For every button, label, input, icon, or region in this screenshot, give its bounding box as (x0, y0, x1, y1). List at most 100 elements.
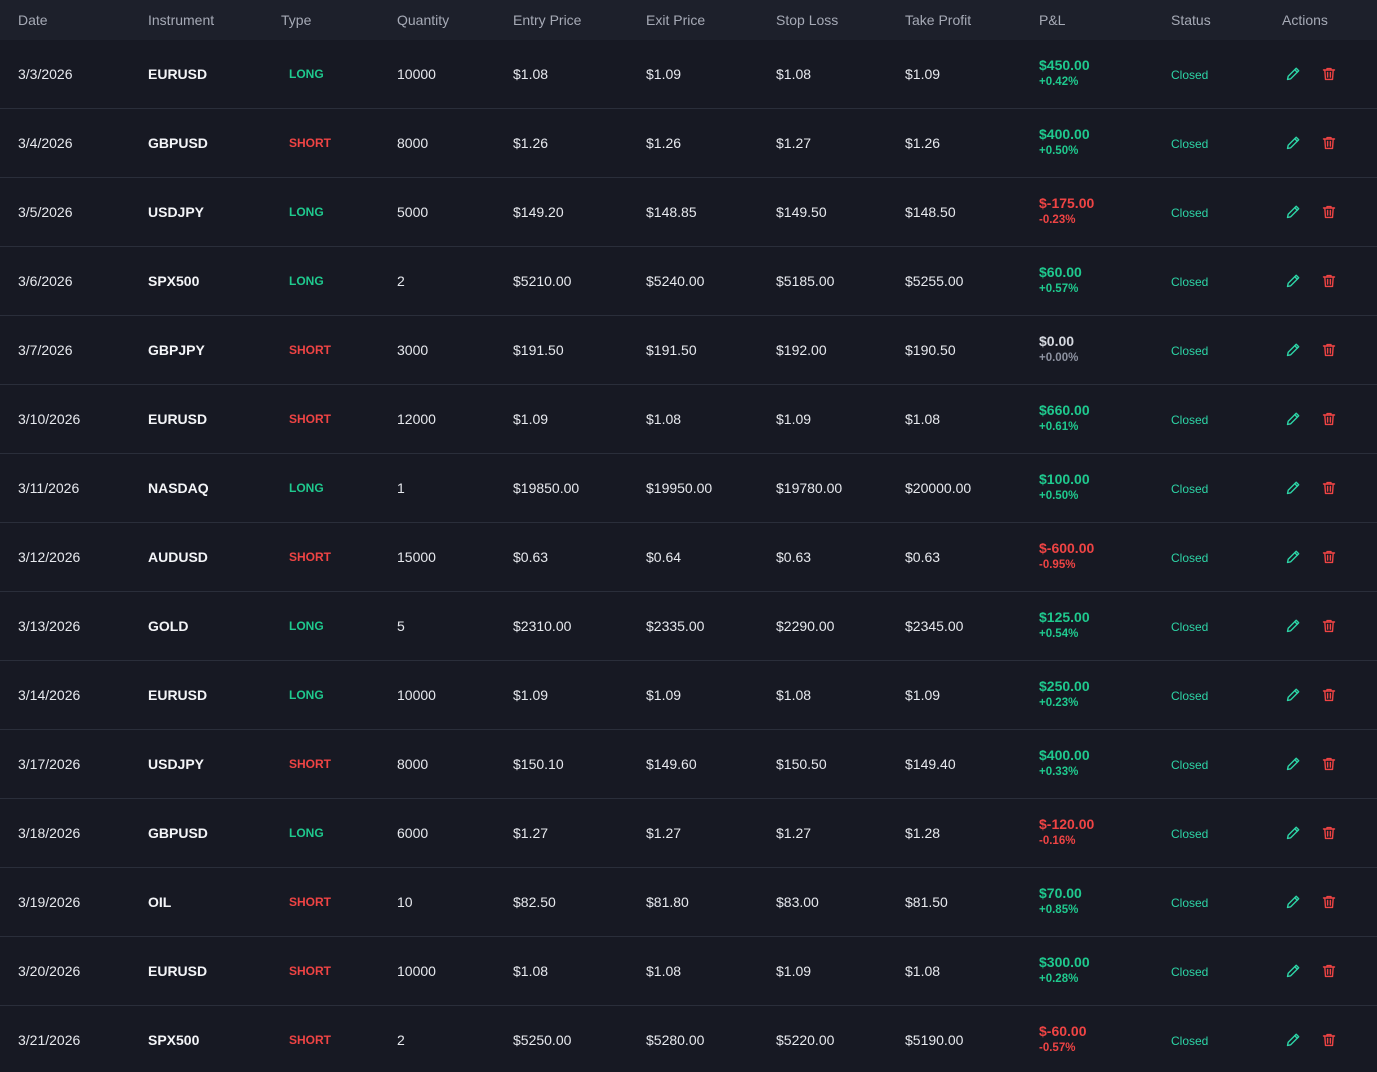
column-header-date[interactable]: Date (0, 12, 130, 28)
trash-icon[interactable] (1320, 272, 1338, 290)
cell-entry-price: $191.50 (513, 342, 564, 358)
pnl-amount: $300.00 (1039, 954, 1090, 970)
cell-entry-price: $1.09 (513, 687, 549, 703)
cell-quantity: 10000 (397, 66, 436, 82)
pencil-icon[interactable] (1284, 617, 1302, 635)
cell-type-badge: SHORT (289, 964, 331, 978)
column-header-status[interactable]: Status (1145, 12, 1260, 28)
cell-pnl: $100.00 +0.50% (1021, 471, 1145, 505)
cell-exit-price: $19950.00 (646, 480, 713, 496)
cell-instrument: GBPUSD (148, 135, 208, 151)
pencil-icon[interactable] (1284, 65, 1302, 83)
cell-take-profit: $190.50 (905, 342, 956, 358)
table-row[interactable]: 3/10/2026 EURUSD SHORT 12000 $1.09 $1.08 $1.09… (0, 385, 1377, 454)
status-badge: Closed (1171, 206, 1209, 220)
cell-type-badge: SHORT (289, 1033, 331, 1047)
pencil-icon[interactable] (1284, 341, 1302, 359)
status-badge: Closed (1171, 896, 1209, 910)
cell-take-profit: $1.09 (905, 66, 941, 82)
column-header-exit-price[interactable]: Exit Price (628, 12, 758, 28)
cell-status: Closed (1145, 687, 1260, 703)
table-row[interactable]: 3/7/2026 GBPJPY SHORT 3000 $191.50 $191.50 $19… (0, 316, 1377, 385)
status-badge: Closed (1171, 965, 1209, 979)
cell-take-profit: $20000.00 (905, 480, 972, 496)
cell-actions (1260, 755, 1377, 773)
trash-icon[interactable] (1320, 617, 1338, 635)
cell-actions (1260, 617, 1377, 635)
cell-quantity: 1 (397, 480, 405, 496)
cell-actions (1260, 341, 1377, 359)
cell-stop-loss: $5185.00 (776, 273, 835, 289)
table-row[interactable]: 3/6/2026 SPX500 LONG 2 $5210.00 $5240.00 $5185… (0, 247, 1377, 316)
trash-icon[interactable] (1320, 824, 1338, 842)
trash-icon[interactable] (1320, 548, 1338, 566)
cell-entry-price: $2310.00 (513, 618, 572, 634)
cell-quantity: 10 (397, 894, 413, 910)
table-row[interactable]: 3/12/2026 AUDUSD SHORT 15000 $0.63 $0.64 $0.63… (0, 523, 1377, 592)
cell-instrument: GBPUSD (148, 825, 208, 841)
status-badge: Closed (1171, 827, 1209, 841)
column-header-quantity[interactable]: Quantity (379, 12, 495, 28)
pencil-icon[interactable] (1284, 203, 1302, 221)
pnl-percent: +0.85% (1039, 904, 1079, 916)
cell-stop-loss: $83.00 (776, 894, 819, 910)
column-header-take-profit[interactable]: Take Profit (887, 12, 1021, 28)
pencil-icon[interactable] (1284, 686, 1302, 704)
table-row[interactable]: 3/17/2026 USDJPY SHORT 8000 $150.10 $149.60 $1… (0, 730, 1377, 799)
column-header-pnl[interactable]: P&L (1021, 12, 1145, 28)
trash-icon[interactable] (1320, 65, 1338, 83)
trash-icon[interactable] (1320, 410, 1338, 428)
pencil-icon[interactable] (1284, 893, 1302, 911)
table-row[interactable]: 3/3/2026 EURUSD LONG 10000 $1.08 $1.09 $1.08 $1… (0, 40, 1377, 109)
table-row[interactable]: 3/13/2026 GOLD LONG 5 $2310.00 $2335.00 $2290.… (0, 592, 1377, 661)
pencil-icon[interactable] (1284, 824, 1302, 842)
table-row[interactable]: 3/5/2026 USDJPY LONG 5000 $149.20 $148.85 $149… (0, 178, 1377, 247)
pencil-icon[interactable] (1284, 1031, 1302, 1049)
table-row[interactable]: 3/19/2026 OIL SHORT 10 $82.50 $81.80 $83.00 $81… (0, 868, 1377, 937)
pnl-amount: $-120.00 (1039, 816, 1095, 832)
pnl-amount: $70.00 (1039, 885, 1082, 901)
trash-icon[interactable] (1320, 893, 1338, 911)
cell-entry-price: $1.08 (513, 963, 549, 979)
column-header-instrument[interactable]: Instrument (130, 12, 263, 28)
table-row[interactable]: 3/20/2026 EURUSD SHORT 10000 $1.08 $1.08 $1.09… (0, 937, 1377, 1006)
cell-instrument: EURUSD (148, 411, 208, 427)
cell-type-badge: SHORT (289, 757, 331, 771)
trash-icon[interactable] (1320, 203, 1338, 221)
cell-actions (1260, 962, 1377, 980)
trash-icon[interactable] (1320, 479, 1338, 497)
cell-exit-price: $1.27 (646, 825, 682, 841)
pencil-icon[interactable] (1284, 548, 1302, 566)
trash-icon[interactable] (1320, 134, 1338, 152)
pencil-icon[interactable] (1284, 479, 1302, 497)
column-header-stop-loss[interactable]: Stop Loss (758, 12, 887, 28)
trash-icon[interactable] (1320, 686, 1338, 704)
trash-icon[interactable] (1320, 1031, 1338, 1049)
pencil-icon[interactable] (1284, 755, 1302, 773)
trash-icon[interactable] (1320, 341, 1338, 359)
pnl-percent: +0.23% (1039, 697, 1079, 709)
pnl-percent: +0.33% (1039, 766, 1079, 778)
cell-entry-price: $149.20 (513, 204, 564, 220)
cell-quantity: 5000 (397, 204, 429, 220)
pencil-icon[interactable] (1284, 410, 1302, 428)
cell-pnl: $-175.00 -0.23% (1021, 195, 1145, 229)
trash-icon[interactable] (1320, 962, 1338, 980)
pencil-icon[interactable] (1284, 134, 1302, 152)
trash-icon[interactable] (1320, 755, 1338, 773)
table-row[interactable]: 3/14/2026 EURUSD LONG 10000 $1.09 $1.09 $1.08 $… (0, 661, 1377, 730)
pencil-icon[interactable] (1284, 272, 1302, 290)
table-row[interactable]: 3/11/2026 NASDAQ LONG 1 $19850.00 $19950.00 $1… (0, 454, 1377, 523)
cell-quantity: 8000 (397, 756, 429, 772)
cell-instrument: NASDAQ (148, 480, 209, 496)
cell-exit-price: $81.80 (646, 894, 689, 910)
column-header-type[interactable]: Type (263, 12, 379, 28)
table-row[interactable]: 3/18/2026 GBPUSD LONG 6000 $1.27 $1.27 $1.27 $1… (0, 799, 1377, 868)
table-row[interactable]: 3/4/2026 GBPUSD SHORT 8000 $1.26 $1.26 $1.27 $1… (0, 109, 1377, 178)
pnl-amount: $0.00 (1039, 333, 1075, 349)
pencil-icon[interactable] (1284, 962, 1302, 980)
status-badge: Closed (1171, 344, 1209, 358)
table-row[interactable]: 3/21/2026 SPX500 SHORT 2 $5250.00 $5280.00 $52… (0, 1006, 1377, 1072)
cell-pnl: $450.00 +0.42% (1021, 57, 1145, 91)
column-header-entry-price[interactable]: Entry Price (495, 12, 628, 28)
